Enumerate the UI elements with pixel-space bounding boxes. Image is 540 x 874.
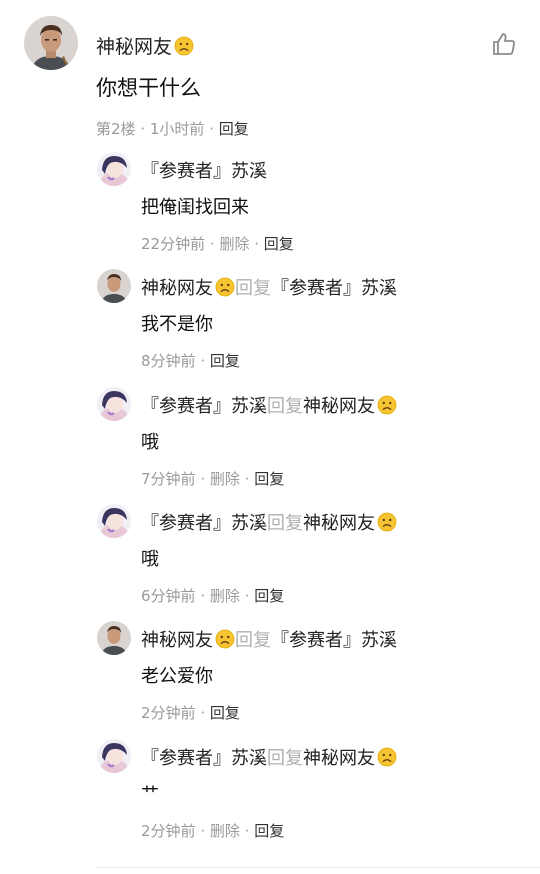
- reply-to-label: 回复: [267, 513, 303, 534]
- delete-button[interactable]: 删除: [210, 587, 240, 605]
- frowning-face-icon: [215, 277, 235, 297]
- comment-author[interactable]: 神秘网友: [96, 32, 194, 59]
- reply-header: 神秘网友 回复『参赛者』苏溪: [141, 626, 397, 652]
- reply-target[interactable]: 神秘网友: [303, 396, 375, 417]
- floor-number: 第2楼: [96, 120, 136, 138]
- reply-item: 『参赛者』苏溪 把俺闺找回来 22分钟前 · 删除 · 回复: [0, 152, 540, 269]
- avatar-mystery-user[interactable]: [97, 269, 131, 303]
- avatar-contestant[interactable]: [97, 739, 131, 773]
- reply-meta: 22分钟前 · 删除 · 回复: [141, 233, 294, 254]
- avatar-contestant[interactable]: [97, 387, 131, 421]
- comment-text: 你想干什么: [96, 76, 201, 100]
- frowning-face-icon: [377, 395, 397, 415]
- delete-button[interactable]: 删除: [210, 470, 240, 488]
- reply-time: 8分钟前: [141, 352, 196, 370]
- author-name: 神秘网友: [96, 36, 173, 58]
- reply-button[interactable]: 回复: [264, 235, 294, 253]
- frowning-face-icon: [377, 747, 397, 767]
- reply-text: 我不是你: [141, 314, 213, 335]
- reply-item: 『参赛者』苏溪回复神秘网友 哦 6分钟前 · 删除 · 回复: [0, 504, 540, 621]
- reply-header: 『参赛者』苏溪回复神秘网友: [141, 744, 397, 770]
- reply-author[interactable]: 『参赛者』苏溪: [141, 748, 267, 769]
- delete-button[interactable]: 删除: [210, 822, 240, 840]
- delete-button[interactable]: 删除: [219, 235, 249, 253]
- divider: [96, 867, 540, 868]
- reply-target[interactable]: 『参赛者』苏溪: [271, 278, 397, 299]
- reply-header: 『参赛者』苏溪: [141, 157, 267, 183]
- reply-item: 神秘网友 回复『参赛者』苏溪 我不是你 8分钟前 · 回复: [0, 269, 540, 386]
- reply-text: 老公爱你: [141, 666, 213, 687]
- reply-to-label: 回复: [267, 396, 303, 417]
- comment-thread: 神秘网友 你想干什么 第2楼 · 1小时前 · 回复 『参赛者』苏溪 把俺闺找回…: [0, 0, 540, 874]
- reply-target[interactable]: 神秘网友: [303, 748, 375, 769]
- reply-meta: 2分钟前 · 删除 · 回复: [141, 820, 284, 841]
- reply-button[interactable]: 回复: [254, 587, 284, 605]
- separator: ·: [209, 235, 215, 253]
- avatar-mystery-user[interactable]: [24, 16, 78, 70]
- reply-author[interactable]: 神秘网友: [141, 630, 213, 651]
- reply-text: 哦: [141, 549, 159, 570]
- reply-button[interactable]: 回复: [210, 704, 240, 722]
- reply-header: 『参赛者』苏溪回复神秘网友: [141, 509, 397, 535]
- separator: ·: [254, 235, 260, 253]
- reply-target[interactable]: 『参赛者』苏溪: [271, 630, 397, 651]
- separator: ·: [209, 120, 214, 138]
- reply-to-label: 回复: [235, 630, 271, 651]
- separator: ·: [200, 352, 206, 370]
- separator: ·: [244, 822, 250, 840]
- reply-time: 7分钟前: [141, 470, 196, 488]
- comment-time: 1小时前: [149, 120, 205, 138]
- reply-to-label: 回复: [235, 278, 271, 299]
- reply-text: 哦: [141, 432, 159, 453]
- reply-button[interactable]: 回复: [254, 470, 284, 488]
- avatar-contestant[interactable]: [97, 504, 131, 538]
- reply-button[interactable]: 回复: [254, 822, 284, 840]
- separator: ·: [200, 587, 206, 605]
- reply-meta: 6分钟前 · 删除 · 回复: [141, 585, 284, 606]
- reply-to-label: 回复: [267, 748, 303, 769]
- separator: ·: [200, 704, 206, 722]
- reply-target[interactable]: 神秘网友: [303, 513, 375, 534]
- separator: ·: [200, 822, 206, 840]
- reply-time: 6分钟前: [141, 587, 196, 605]
- frowning-face-icon: [215, 629, 235, 649]
- reply-text: 艹: [141, 780, 159, 794]
- separator: ·: [244, 587, 250, 605]
- reply-item: 『参赛者』苏溪回复神秘网友 哦 7分钟前 · 删除 · 回复: [0, 387, 540, 504]
- reply-item: 神秘网友 回复『参赛者』苏溪 老公爱你 2分钟前 · 回复: [0, 621, 540, 738]
- reply-author[interactable]: 『参赛者』苏溪: [141, 513, 267, 534]
- reply-time: 22分钟前: [141, 235, 206, 253]
- like-thumbs-up-icon[interactable]: [490, 30, 518, 58]
- reply-button[interactable]: 回复: [219, 120, 249, 138]
- reply-header: 神秘网友 回复『参赛者』苏溪: [141, 274, 397, 300]
- reply-time: 2分钟前: [141, 822, 196, 840]
- reply-author[interactable]: 神秘网友: [141, 278, 213, 299]
- reply-meta: 2分钟前 · 回复: [141, 702, 240, 723]
- reply-author[interactable]: 『参赛者』苏溪: [141, 161, 267, 182]
- reply-time: 2分钟前: [141, 704, 196, 722]
- reply-author[interactable]: 『参赛者』苏溪: [141, 396, 267, 417]
- frowning-face-icon: [377, 512, 397, 532]
- avatar-mystery-user[interactable]: [97, 621, 131, 655]
- reply-item: 『参赛者』苏溪回复神秘网友 艹 2分钟前 · 删除 · 回复: [0, 739, 540, 856]
- reply-meta: 7分钟前 · 删除 · 回复: [141, 468, 284, 489]
- reply-header: 『参赛者』苏溪回复神秘网友: [141, 392, 397, 418]
- avatar-contestant[interactable]: [97, 152, 131, 186]
- reply-text: 把俺闺找回来: [141, 197, 249, 218]
- separator: ·: [140, 120, 146, 138]
- separator: ·: [244, 470, 250, 488]
- reply-button[interactable]: 回复: [210, 352, 240, 370]
- frowning-face-icon: [174, 36, 194, 56]
- reply-meta: 8分钟前 · 回复: [141, 350, 240, 371]
- separator: ·: [200, 470, 206, 488]
- comment-meta: 第2楼 · 1小时前 · 回复: [96, 118, 249, 139]
